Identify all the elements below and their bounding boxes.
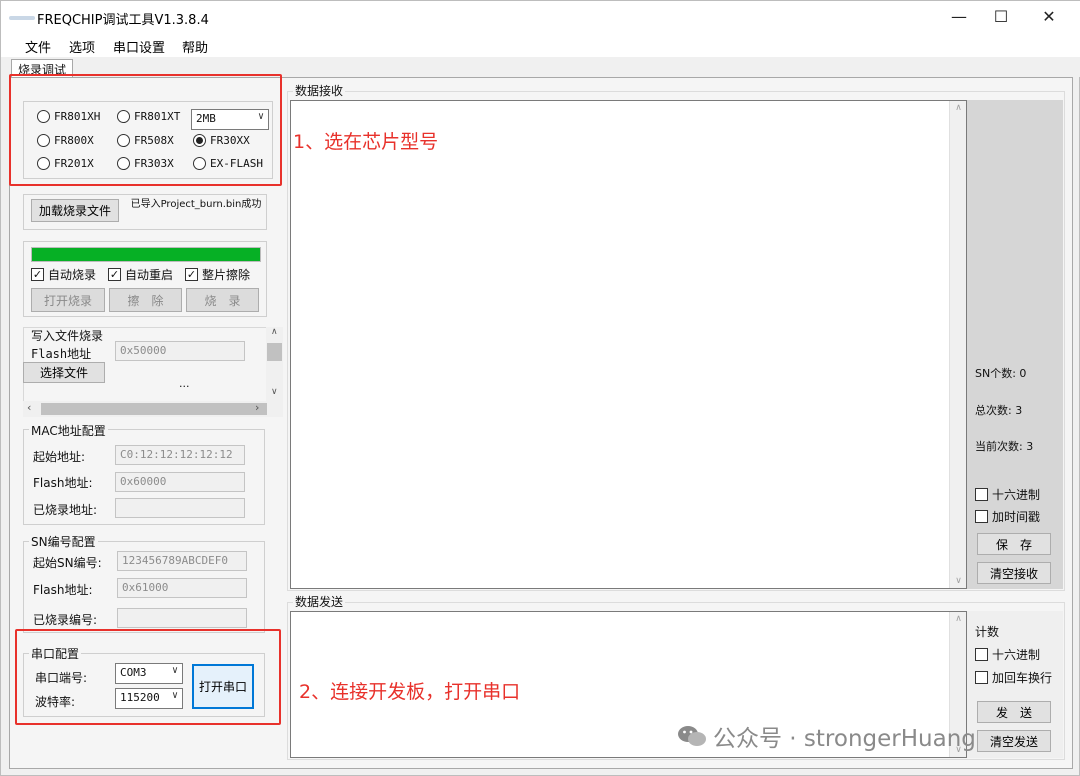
checkbox-empty-icon — [975, 488, 988, 501]
annotation-step1: 1、选在芯片型号 — [293, 131, 439, 153]
burn-progress-bar — [31, 247, 261, 262]
mac-start-field[interactable]: C0:12:12:12:12:12 — [115, 445, 245, 465]
checkbox-label: 加时间戳 — [992, 510, 1041, 524]
erase-button[interactable]: 擦 除 — [109, 288, 182, 312]
load-burn-file-button[interactable]: 加载烧录文件 — [31, 199, 119, 222]
receive-hex-checkbox[interactable]: 十六进制 — [975, 486, 1040, 503]
open-burn-button[interactable]: 打开烧录 — [31, 288, 105, 312]
checkbox-empty-icon — [975, 671, 988, 684]
receive-scrollbar[interactable]: ∧ ∨ — [949, 101, 966, 588]
scroll-thumb[interactable] — [41, 403, 267, 415]
check-icon: ✓ — [31, 268, 44, 281]
menu-file[interactable]: 文件 — [25, 37, 51, 56]
sn-burned-field[interactable] — [117, 608, 247, 628]
timestamp-checkbox[interactable]: 加时间戳 — [975, 508, 1040, 525]
select-file-button[interactable]: 选择文件 — [23, 362, 105, 383]
mac-flash-label: Flash地址: — [33, 476, 93, 490]
sn-count-text: SN个数: 0 — [975, 367, 1027, 380]
mac-config-title: MAC地址配置 — [29, 422, 108, 439]
clear-receive-button[interactable]: 清空接收 — [977, 562, 1051, 584]
save-button[interactable]: 保 存 — [977, 533, 1051, 555]
send-button[interactable]: 发 送 — [977, 701, 1051, 723]
sn-start-label: 起始SN编号: — [33, 556, 102, 570]
maximize-button[interactable]: ☐ — [978, 1, 1024, 33]
scroll-left-icon: ‹ — [27, 401, 32, 414]
receive-title: 数据接收 — [293, 82, 346, 99]
auto-restart-checkbox[interactable]: ✓ 自动重启 — [108, 266, 173, 283]
scroll-down-icon: ∨ — [271, 387, 278, 397]
load-status-text: 已导入Project_burn.bin成功 — [130, 199, 262, 210]
write-flash-label: Flash地址 — [31, 347, 92, 361]
annotation-step2: 2、连接开发板，打开串口 — [299, 681, 521, 703]
write-file-vscrollbar[interactable]: ∧ ∨ — [266, 327, 283, 401]
watermark: 公众号 · strongerHuang — [677, 719, 976, 753]
chip-erase-checkbox[interactable]: ✓ 整片擦除 — [185, 266, 250, 283]
mac-burned-label: 已烧录地址: — [33, 503, 98, 517]
crlf-checkbox[interactable]: 加回车换行 — [975, 669, 1052, 686]
sn-config-title: SN编号配置 — [29, 533, 98, 550]
menu-bar: 文件 选项 串口设置 帮助 — [1, 33, 1080, 57]
mac-burned-field[interactable] — [115, 498, 245, 518]
send-title: 数据发送 — [293, 593, 346, 610]
check-icon: ✓ — [185, 268, 198, 281]
checkbox-empty-icon — [975, 510, 988, 523]
write-file-hscrollbar[interactable]: ‹ › — [23, 401, 283, 417]
checkbox-label: 整片擦除 — [202, 268, 251, 282]
checkbox-label: 十六进制 — [992, 488, 1041, 502]
write-flash-address-field[interactable]: 0x50000 — [115, 341, 245, 361]
app-window: FREQCHIP调试工具V1.3.8.4 — ☐ ✕ 文件 选项 串口设置 帮助… — [0, 0, 1080, 776]
scroll-right-icon: › — [255, 401, 260, 414]
sn-start-field[interactable]: 123456789ABCDEF0 — [117, 551, 247, 571]
app-icon — [9, 16, 35, 20]
current-count-text: 当前次数: 3 — [975, 440, 1034, 453]
clear-send-button[interactable]: 清空发送 — [977, 730, 1051, 752]
check-icon: ✓ — [108, 268, 121, 281]
menu-help[interactable]: 帮助 — [182, 37, 208, 56]
checkbox-label: 加回车换行 — [992, 671, 1053, 685]
title-bar: FREQCHIP调试工具V1.3.8.4 — ☐ ✕ — [1, 1, 1080, 33]
highlight-box-serial — [15, 629, 281, 725]
scroll-up-icon: ∧ — [955, 614, 962, 624]
sn-flash-label: Flash地址: — [33, 583, 93, 597]
checkbox-label: 十六进制 — [992, 648, 1041, 662]
file-path-ellipsis: ... — [179, 377, 190, 390]
menu-options[interactable]: 选项 — [69, 37, 95, 56]
menu-serial-settings[interactable]: 串口设置 — [113, 37, 165, 56]
scroll-up-icon: ∧ — [271, 327, 278, 337]
close-button[interactable]: ✕ — [1026, 1, 1072, 33]
watermark-text: 公众号 · strongerHuang — [713, 726, 976, 752]
count-label: 计数 — [975, 625, 1000, 639]
wechat-icon — [678, 726, 706, 746]
burn-progress-fill — [32, 248, 260, 261]
scroll-down-icon: ∨ — [955, 576, 962, 586]
scroll-up-icon: ∧ — [955, 103, 962, 113]
sn-burned-label: 已烧录编号: — [33, 613, 98, 627]
window-title: FREQCHIP调试工具V1.3.8.4 — [37, 13, 209, 28]
scroll-thumb[interactable] — [267, 343, 282, 361]
auto-burn-checkbox[interactable]: ✓ 自动烧录 — [31, 266, 96, 283]
receive-textarea[interactable]: ∧ ∨ — [290, 100, 967, 589]
mac-flash-field[interactable]: 0x60000 — [115, 472, 245, 492]
highlight-box-chip-select — [9, 74, 282, 186]
mac-start-label: 起始地址: — [33, 450, 86, 464]
burn-button[interactable]: 烧 录 — [186, 288, 259, 312]
write-file-title: 写入文件烧录 — [31, 329, 104, 343]
minimize-button[interactable]: — — [936, 1, 982, 33]
checkbox-label: 自动重启 — [125, 268, 174, 282]
send-hex-checkbox[interactable]: 十六进制 — [975, 646, 1040, 663]
sn-flash-field[interactable]: 0x61000 — [117, 578, 247, 598]
checkbox-empty-icon — [975, 648, 988, 661]
total-count-text: 总次数: 3 — [975, 404, 1023, 417]
checkbox-label: 自动烧录 — [48, 268, 97, 282]
